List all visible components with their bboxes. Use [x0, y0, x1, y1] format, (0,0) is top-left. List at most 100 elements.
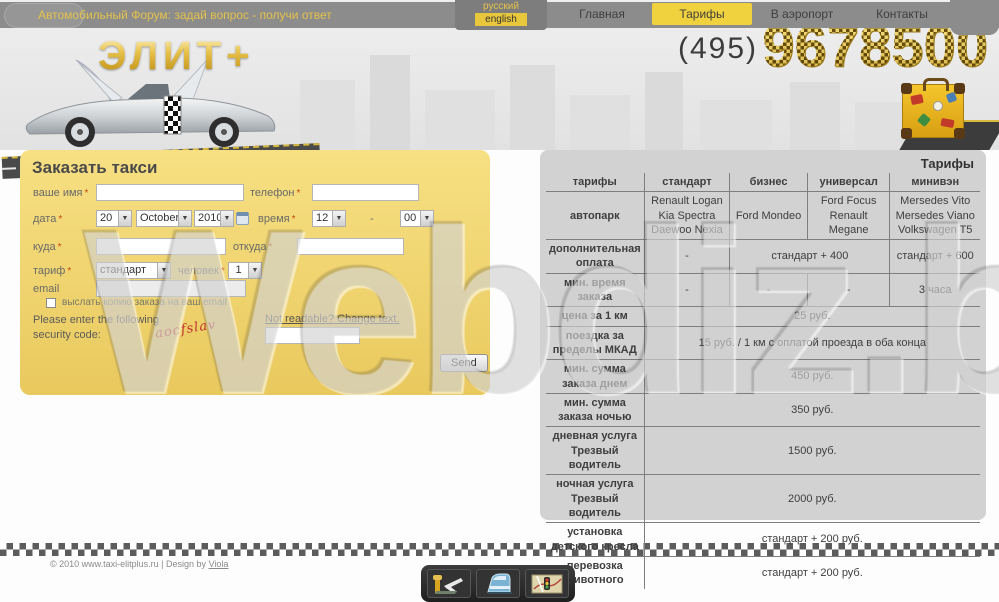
tariff-select[interactable]: стандарт ▼: [96, 262, 171, 279]
suitcase-corner: [954, 128, 965, 139]
email-copy-checkbox[interactable]: [46, 298, 56, 308]
send-button[interactable]: Send: [440, 354, 488, 372]
tariff-row-label: цена за 1 км: [545, 306, 645, 327]
tariff-cell: 15 руб. / 1 км с оплатой проезда в оба к…: [643, 325, 981, 361]
tariff-row-label: мин. сумма заказа днем: [545, 359, 645, 394]
tariff-cell: -: [643, 239, 731, 274]
suitcase-image: [890, 78, 999, 150]
train-station-icon[interactable]: [476, 569, 520, 598]
chevron-down-icon: ▼: [157, 263, 170, 278]
persons-select[interactable]: 1 ▼: [228, 262, 262, 279]
skyline-building: [510, 65, 555, 150]
tariff-cell: 1500 руб.: [643, 426, 981, 476]
tariff-cell: 2000 руб.: [643, 474, 981, 524]
skyline-building: [425, 90, 495, 150]
suitcase-sticker: [916, 112, 932, 128]
skyline-building: [570, 95, 630, 150]
tariffs-title: Тарифы: [920, 156, 974, 171]
email-copy-label: выслать копию заказа на ваш email: [62, 297, 228, 308]
captcha-input[interactable]: [265, 327, 360, 344]
origin-input[interactable]: [297, 238, 404, 255]
origin-label: откуда *: [233, 241, 273, 253]
nav-item-airport[interactable]: В аэропорт: [752, 2, 852, 28]
chevron-down-icon: ▼: [420, 211, 433, 226]
tariff-cell: 350 руб.: [643, 392, 981, 428]
tariff-cell: Renault Logan Kia Spectra Daewoo Nexia: [643, 191, 731, 241]
email-input[interactable]: [96, 280, 246, 297]
tariff-cell: Ford Focus Renault Megane: [806, 191, 891, 241]
suitcase-sticker: [940, 117, 955, 129]
lang-english[interactable]: english: [475, 13, 527, 26]
destination-input[interactable]: [96, 238, 226, 255]
page: Автомобильный Форум: задай вопрос - полу…: [0, 0, 999, 602]
time-label: время *: [258, 213, 296, 225]
tariff-col-header: бизнес: [729, 172, 808, 193]
tariff-cell: -: [729, 272, 808, 308]
tariff-cell: стандарт + 400: [729, 239, 891, 274]
name-input[interactable]: [96, 184, 244, 201]
phone-input[interactable]: [312, 184, 419, 201]
name-label: ваше имя *: [33, 187, 89, 199]
tariff-row-label: мин. время заказа: [545, 272, 645, 308]
tariff-cell: стандарт + 200 руб.: [643, 555, 981, 590]
destination-label: куда *: [33, 241, 62, 253]
captcha-prompt: Please enter the following security code…: [33, 314, 159, 342]
phone-area-code: (495): [678, 32, 759, 65]
tariff-cell: Ford Mondeo: [729, 191, 808, 241]
suitcase-sticker: [933, 101, 943, 111]
language-switcher: русский english: [455, 0, 547, 30]
city-map-icon[interactable]: [525, 569, 569, 598]
date-year-select[interactable]: 2010 ▼: [194, 210, 234, 227]
time-hour-select[interactable]: 12 ▼: [312, 210, 346, 227]
calendar-icon[interactable]: [236, 212, 249, 225]
forum-link[interactable]: Автомобильный Форум: задай вопрос - полу…: [38, 8, 332, 22]
captcha-change-link[interactable]: Not readable? Change text.: [265, 313, 400, 325]
chevron-down-icon: ▼: [118, 211, 131, 226]
skyline-building: [700, 100, 772, 150]
nav-item-home[interactable]: Главная: [552, 2, 652, 28]
skyline-building: [370, 55, 410, 150]
tariff-row-label: мин. сумма заказа ночью: [545, 392, 645, 428]
logo-car-block: ЭЛИТ+: [1, 28, 321, 179]
tariff-row-label: дневная услуга Трезвый водитель: [545, 426, 645, 476]
tariff-cell: 3 часа: [889, 272, 981, 308]
suitcase-sticker: [910, 93, 924, 106]
tariff-cell: Mersedes Vito Mersedes Viano Volkswagen …: [889, 191, 981, 241]
tariff-row-label: установка детского кресла: [545, 522, 645, 557]
nav-item-contacts[interactable]: Контакты: [852, 2, 952, 28]
chevron-down-icon: ▼: [248, 263, 261, 278]
tariff-row-label: автопарк: [545, 191, 645, 241]
time-minute-select[interactable]: 00 ▼: [400, 210, 434, 227]
nav-item-tariffs[interactable]: Тарифы: [652, 3, 752, 25]
tariffs-table: тарифы стандарт бизнес универсал минивэн авто…: [545, 172, 981, 590]
persons-label: человек *: [178, 265, 225, 277]
tariff-col-header: минивэн: [889, 172, 981, 193]
tariff-row-label: дополнительная оплата: [545, 239, 645, 274]
skyline-building: [645, 72, 683, 150]
tariff-label: тариф *: [33, 265, 72, 277]
copyright-text: © 2010 www.taxi-elitplus.ru | Design by: [50, 559, 207, 569]
tariff-cell: стандарт + 200 руб.: [643, 522, 981, 557]
tariff-cell: стандарт + 600: [889, 239, 981, 274]
tariff-row-label: ночная услуга Трезвый водитель: [545, 474, 645, 524]
order-form-title: Заказать такси: [32, 158, 158, 177]
date-month-select[interactable]: October ▼: [136, 210, 192, 227]
main-nav: Главная Тарифы В аэропорт Контакты: [552, 2, 952, 28]
chevron-down-icon: ▼: [220, 211, 233, 226]
airport-transfer-icon[interactable]: [427, 569, 471, 598]
tariff-col-header: тарифы: [545, 172, 645, 193]
time-separator: -: [370, 213, 374, 225]
tariff-cell: -: [643, 272, 731, 308]
lang-russian[interactable]: русский: [483, 0, 519, 13]
suitcase-icon: [901, 78, 965, 139]
chevron-down-icon: ▼: [178, 211, 191, 226]
chevron-down-icon: ▼: [332, 211, 345, 226]
tariff-row-label: поездка за пределы МКАД: [545, 325, 645, 361]
skyline-building: [790, 82, 840, 150]
tariffs-panel: Тарифы тарифы стандарт бизнес универсал мини…: [540, 150, 986, 590]
date-day-select[interactable]: 20 ▼: [96, 210, 132, 227]
design-by-link[interactable]: Viola: [209, 559, 229, 569]
suitcase-corner: [954, 83, 965, 94]
tariff-col-header: стандарт: [643, 172, 731, 193]
date-label: дата *: [33, 213, 63, 225]
